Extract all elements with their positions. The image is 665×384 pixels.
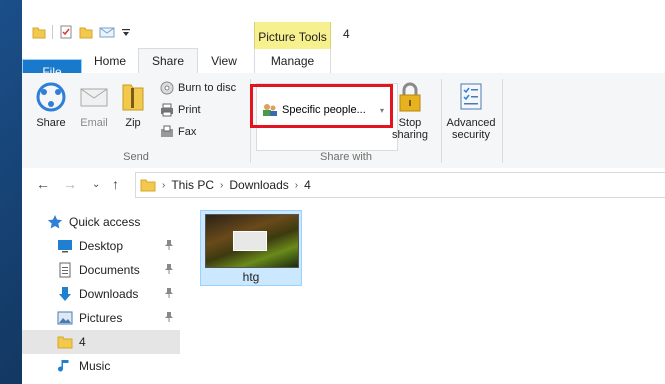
tab-view[interactable]: View bbox=[198, 49, 250, 73]
nav-label: Downloads bbox=[79, 287, 139, 301]
nav-item-4[interactable]: 4 bbox=[22, 330, 180, 354]
pin-icon[interactable] bbox=[164, 239, 174, 254]
pin-icon[interactable] bbox=[164, 311, 174, 326]
email-icon bbox=[80, 88, 108, 107]
window-title: 4 bbox=[343, 27, 350, 41]
breadcrumb-4[interactable]: 4 bbox=[304, 178, 311, 192]
burn-label: Burn to disc bbox=[178, 82, 237, 94]
share-button[interactable]: Share bbox=[32, 81, 70, 129]
downloads-icon bbox=[56, 286, 74, 302]
ribbon-divider bbox=[502, 79, 503, 163]
file-name: htg bbox=[242, 270, 260, 284]
customize-qat-dropdown-icon[interactable] bbox=[121, 24, 131, 40]
nav-label: Music bbox=[79, 359, 111, 373]
nav-item-documents[interactable]: Documents bbox=[22, 258, 180, 282]
title-bar: Picture Tools 4 bbox=[22, 0, 665, 49]
tab-share[interactable]: Share bbox=[138, 48, 198, 74]
up-arrow-icon[interactable]: ↑ bbox=[112, 176, 119, 192]
highlight-annotation-box bbox=[250, 84, 393, 128]
stop-sharing-line2: sharing bbox=[391, 129, 429, 141]
new-folder-icon[interactable] bbox=[79, 24, 93, 40]
file-explorer-window: Picture Tools 4 File Home Share View Man… bbox=[22, 0, 665, 384]
nav-item-downloads[interactable]: Downloads bbox=[22, 282, 180, 306]
image-thumbnail bbox=[205, 214, 299, 268]
advanced-security-line2: security bbox=[452, 129, 490, 141]
print-label: Print bbox=[178, 104, 201, 116]
folder-icon bbox=[56, 334, 74, 350]
qat-divider bbox=[52, 25, 53, 39]
file-item[interactable]: htg bbox=[200, 210, 302, 286]
pin-icon[interactable] bbox=[164, 287, 174, 302]
email-small-icon[interactable] bbox=[99, 24, 115, 40]
nav-label: Desktop bbox=[79, 239, 124, 253]
advanced-security-line1: Advanced bbox=[446, 117, 496, 129]
tab-manage[interactable]: Manage bbox=[254, 49, 331, 73]
printer-icon bbox=[161, 103, 173, 117]
nav-label: Pictures bbox=[79, 311, 123, 325]
forward-arrow-icon[interactable]: → bbox=[63, 176, 77, 192]
email-label: Email bbox=[80, 117, 108, 129]
music-icon bbox=[56, 358, 74, 374]
fax-label: Fax bbox=[178, 126, 197, 138]
folder-icon[interactable] bbox=[32, 24, 46, 40]
zip-icon bbox=[122, 84, 144, 111]
nav-item-music[interactable]: Music bbox=[22, 354, 180, 378]
nav-label: Documents bbox=[79, 263, 140, 277]
breadcrumb-this-pc[interactable]: This PC bbox=[171, 178, 214, 192]
ribbon-tabs: File Home Share View Manage bbox=[22, 48, 665, 135]
address-bar[interactable]: › This PC › Downloads › 4 bbox=[135, 172, 665, 198]
nav-item-pictures[interactable]: Pictures bbox=[22, 306, 180, 330]
padlock-icon bbox=[399, 82, 421, 112]
stop-sharing-line1: Stop bbox=[398, 117, 422, 129]
desktop-icon bbox=[56, 238, 74, 254]
file-list: htg bbox=[182, 200, 665, 384]
disc-icon bbox=[160, 81, 174, 95]
zip-button[interactable]: Zip bbox=[119, 81, 147, 129]
nav-item-quick-access[interactable]: Quick access bbox=[22, 210, 180, 234]
burn-to-disc-button[interactable]: Burn to disc bbox=[160, 79, 236, 97]
advanced-security-button[interactable]: Advanced security bbox=[443, 81, 499, 141]
quick-access-toolbar bbox=[32, 24, 131, 40]
share-label: Share bbox=[36, 117, 66, 129]
nav-label: Quick access bbox=[69, 215, 141, 229]
share-icon bbox=[36, 82, 66, 112]
address-row: ← → ⌄ ↑ › This PC › Downloads › 4 bbox=[22, 168, 665, 200]
breadcrumb-separator-icon: › bbox=[162, 179, 166, 191]
back-arrow-icon[interactable]: ← bbox=[36, 176, 50, 192]
ribbon-divider bbox=[441, 79, 442, 163]
stop-sharing-button[interactable]: Stop sharing bbox=[388, 81, 432, 141]
pin-icon[interactable] bbox=[164, 263, 174, 278]
navigation-pane: Quick access Desktop Documents Downloads… bbox=[22, 200, 182, 384]
properties-icon[interactable] bbox=[59, 24, 73, 40]
advanced-security-icon bbox=[460, 83, 482, 110]
breadcrumb-separator-icon: › bbox=[220, 179, 224, 191]
send-group-label: Send bbox=[123, 151, 149, 163]
breadcrumb-downloads[interactable]: Downloads bbox=[229, 178, 288, 192]
recent-locations-chevron-icon[interactable]: ⌄ bbox=[92, 179, 100, 190]
picture-tools-context-label: Picture Tools bbox=[254, 22, 331, 49]
tab-home[interactable]: Home bbox=[82, 49, 138, 73]
print-button[interactable]: Print bbox=[160, 101, 201, 119]
breadcrumb-separator-icon: › bbox=[294, 179, 299, 191]
fax-icon bbox=[161, 125, 173, 137]
share-with-group-label: Share with bbox=[320, 151, 372, 163]
nav-label: 4 bbox=[79, 335, 86, 349]
nav-item-desktop[interactable]: Desktop bbox=[22, 234, 180, 258]
star-icon bbox=[46, 214, 64, 230]
folder-icon bbox=[140, 179, 156, 192]
pictures-icon bbox=[56, 310, 74, 326]
email-button[interactable]: Email bbox=[74, 81, 114, 129]
documents-icon bbox=[56, 262, 74, 278]
thumbnail-content bbox=[233, 231, 267, 251]
fax-button[interactable]: Fax bbox=[160, 123, 196, 141]
zip-label: Zip bbox=[125, 117, 141, 129]
